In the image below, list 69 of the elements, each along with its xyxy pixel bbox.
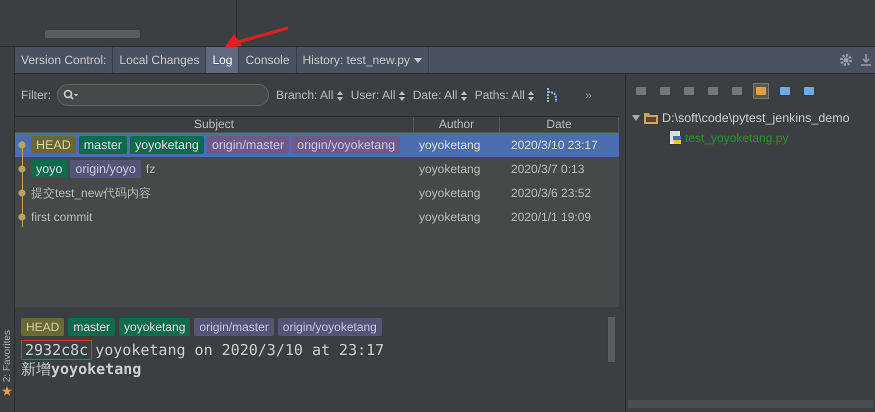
column-header[interactable]: Date (500, 117, 619, 132)
toolbar-icon[interactable] (706, 84, 720, 98)
tab[interactable]: Console (239, 47, 297, 73)
column-header[interactable]: Author (414, 117, 500, 132)
author-cell-text: yoyoketang (418, 162, 482, 176)
toolbar-icon[interactable] (634, 84, 648, 98)
column-header[interactable]: Subject (15, 117, 414, 132)
date-cell-text: 2020/1/1 19:09 (510, 210, 592, 224)
sort-arrows-icon (528, 90, 534, 101)
star-icon (2, 386, 12, 396)
branch-tag: origin/yoyoketang (292, 136, 400, 154)
date-cell-text: 2020/3/6 23:52 (510, 186, 592, 200)
branch-tag: yoyoketang (130, 136, 204, 154)
author-cell-text: yoyoketang (418, 138, 482, 152)
commit-subject: 提交test_new代码内容 (31, 184, 152, 202)
folder-icon (644, 112, 658, 124)
more-button[interactable]: » (579, 87, 598, 103)
branch-tag: origin/master (194, 318, 274, 336)
expand-arrow-icon (632, 114, 640, 122)
branch-tag: HEAD (21, 318, 64, 336)
toolbar-icon[interactable] (682, 84, 696, 98)
tree-folder[interactable]: D:\soft\code\pytest_jenkins_demo (626, 108, 875, 128)
sort-arrows-icon (460, 90, 467, 101)
sort-arrows-icon (398, 90, 405, 101)
tool-window-label: Version Control: (15, 47, 114, 73)
branch-tag: master (78, 136, 127, 154)
author-cell-text: yoyoketang (418, 186, 482, 200)
filter-dropdown[interactable]: Paths: All (474, 88, 536, 102)
scrollbar-thumb[interactable] (608, 317, 615, 362)
branch-tag: master (68, 318, 116, 336)
commit-message: 新增yoyoketang (21, 360, 142, 379)
python-file-icon (670, 131, 682, 145)
hide-icon[interactable] (861, 54, 871, 66)
settings-icon[interactable] (839, 53, 853, 67)
commit-hash: 2932c8c (21, 340, 92, 360)
date-cell-text: 2020/3/10 23:17 (510, 138, 599, 152)
tab[interactable]: History: test_new.py (296, 47, 429, 73)
toolbar-icon[interactable] (754, 84, 768, 98)
commit-row[interactable]: first commit yoyoketang 2020/1/1 19:09 (15, 205, 619, 229)
author-cell-text: yoyoketang (418, 210, 482, 224)
filter-dropdown[interactable]: User: All (350, 88, 406, 102)
tab[interactable]: Log (206, 47, 240, 73)
filter-label: Filter: (21, 88, 51, 102)
branch-icon[interactable] (545, 87, 560, 103)
toolbar-icon[interactable] (658, 84, 672, 98)
branch-tag: yoyo (31, 160, 68, 178)
commit-meta: yoyoketang on 2020/3/10 at 23:17 (95, 341, 384, 359)
changed-file[interactable]: test_yoyoketang.py (626, 128, 875, 148)
filter-dropdown[interactable]: Date: All (412, 88, 468, 102)
commit-row[interactable]: HEAD master yoyoketang origin/master origin/yoyoketang yoyoketang 2020/3/10 23:17 (15, 133, 619, 157)
commit-row[interactable]: yoyo origin/yoyo fz yoyoketang 2020/3/7 0:13 (15, 157, 619, 181)
commit-subject: fz (146, 162, 156, 176)
commit-subject: first commit (31, 210, 92, 224)
branch-tag: origin/yoyo (70, 160, 141, 178)
branch-tag: yoyoketang (119, 318, 190, 336)
branch-tag: origin/master (206, 136, 290, 154)
toolbar-icon[interactable] (730, 84, 744, 98)
toolbar-icon[interactable] (802, 84, 816, 98)
favorites-tab[interactable]: 2: Favorites (2, 330, 12, 382)
branch-tag: origin/yoyoketang (278, 318, 382, 336)
filter-dropdown[interactable]: Branch: All (275, 88, 344, 102)
filter-field[interactable] (57, 84, 269, 106)
search-icon (63, 89, 79, 101)
toolbar-icon[interactable] (778, 84, 792, 98)
scrollbar-thumb[interactable] (45, 30, 140, 38)
sort-arrows-icon (336, 90, 343, 101)
commit-row[interactable]: 提交test_new代码内容 yoyoketang 2020/3/6 23:52 (15, 181, 619, 205)
branch-tag: HEAD (31, 136, 76, 154)
date-cell-text: 2020/3/7 0:13 (510, 162, 586, 176)
